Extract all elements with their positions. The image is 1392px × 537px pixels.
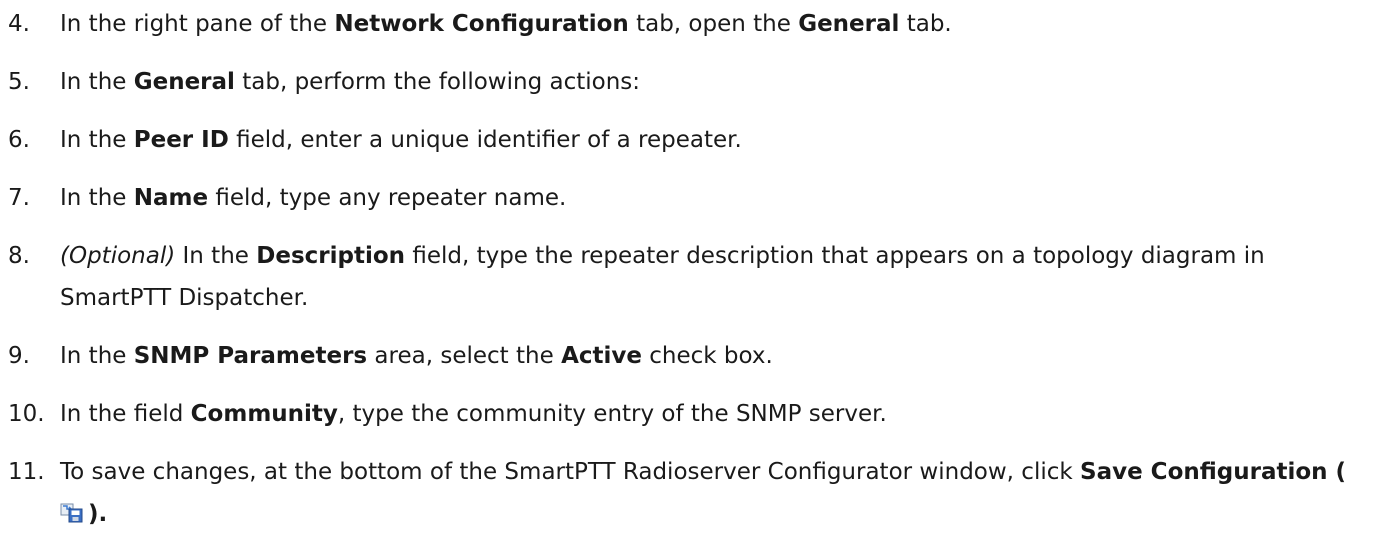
step-number: 6. [8,127,30,153]
step-number: 9. [8,343,30,369]
step-number: 11. [8,459,45,485]
step-text: In the Name field, type any repeater nam… [60,185,567,211]
ui-term: Peer ID [133,127,229,153]
ui-term: Active [561,343,642,369]
ui-term: SNMP Parameters [133,343,368,369]
ui-term: General [798,11,900,37]
optional-marker: (Optional) [60,243,176,269]
step-number: 4. [8,11,30,37]
step-text: In the Peer ID field, enter a unique ide… [60,127,742,153]
step-text: To save changes, at the bottom of the Sm… [60,459,1347,527]
ui-term: Description [256,243,406,269]
step-number: 10. [8,401,45,427]
instruction-steps: 4. In the right pane of the Network Conf… [0,0,1392,527]
ui-term: ). [88,501,108,527]
step-text: In the SNMP Parameters area, select the … [60,343,773,369]
step-number: 5. [8,69,30,95]
step-number: 8. [8,243,30,269]
ui-term: General [133,69,235,95]
step-text: In the field Community, type the communi… [60,401,887,427]
step-text: In the General tab, perform the followin… [60,69,641,95]
ui-term: Save Configuration ( [1080,459,1347,485]
step-number: 7. [8,185,30,211]
ui-term: Community [190,401,338,427]
step-text: (Optional) In the Description field, typ… [60,243,1265,311]
save-configuration-icon [60,495,84,523]
step-text: In the right pane of the Network Configu… [60,11,952,37]
ui-term: Network Configuration [334,11,629,37]
ui-term: Name [133,185,209,211]
